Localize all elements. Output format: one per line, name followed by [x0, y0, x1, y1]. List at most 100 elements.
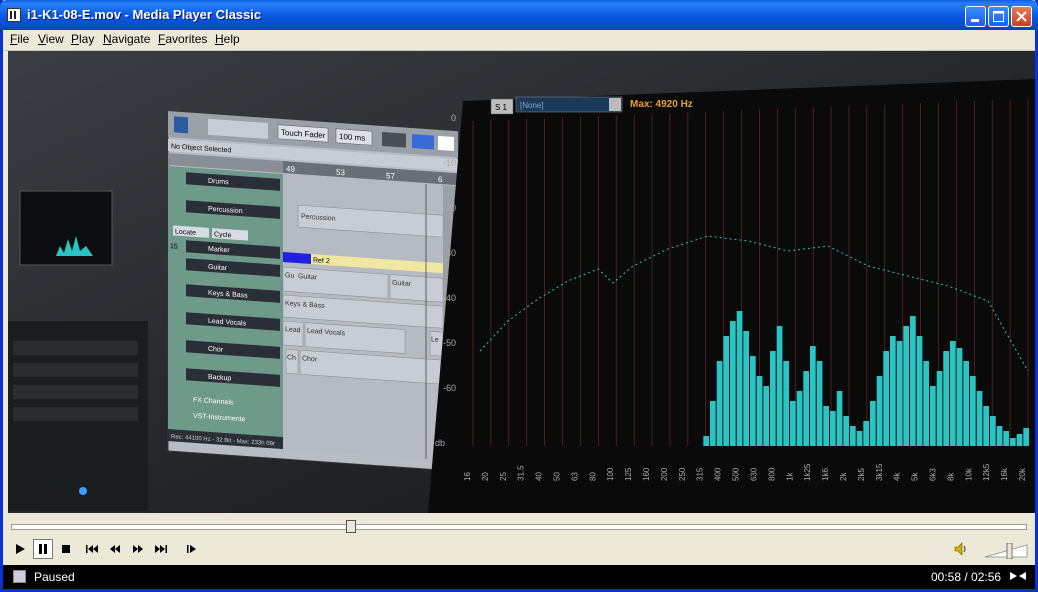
spectrum-bar [823, 406, 829, 446]
maximize-button[interactable] [988, 6, 1009, 27]
daw-arrangement: Percussion Ref 2 Gu Guitar Guitar Keys &… [282, 174, 444, 461]
frequency-tick-label: 500 [732, 467, 741, 481]
menu-play[interactable]: Play [71, 32, 94, 46]
region-chor-2: Chor [302, 355, 318, 363]
db-tick-label: -40 [443, 293, 456, 303]
video-frame: Touch Fader 100 ms No Object Selected 49… [8, 51, 1035, 513]
spectrum-bar [956, 348, 963, 446]
frequency-tick-label: 25 [499, 472, 508, 481]
frequency-tick-label: 315 [696, 467, 705, 481]
seek-thumb[interactable] [346, 520, 357, 533]
frequency-tick-label: 2k [839, 472, 848, 481]
analyzer-max-label: Max: 4920 Hz [630, 99, 693, 110]
spectrum-bar [730, 321, 736, 446]
frequency-tick-label: 80 [588, 472, 597, 481]
spectrum-bar [716, 361, 723, 446]
close-icon [1016, 11, 1027, 22]
frequency-tick-label: 50 [553, 472, 562, 481]
spectrum-bar [943, 351, 949, 446]
spectrum-bar [890, 336, 896, 446]
rewind-button[interactable] [105, 539, 125, 559]
db-tick-label: 0 [451, 113, 456, 123]
skip-back-button[interactable] [82, 539, 102, 559]
spectrum-analyzer: S 1 [None] Max: 4920 Hz 0 -10 -20 -30 -40 -50… [428, 79, 1035, 513]
region-lead-1: Lead [285, 326, 301, 334]
marker-track-number: 15 [170, 243, 178, 251]
track-guitar: Guitar [208, 264, 228, 272]
analyzer-slot: S 1 [495, 103, 508, 112]
daw-ruler-2: 53 [336, 168, 345, 178]
db-tick-label: -60 [443, 383, 456, 393]
play-button[interactable] [10, 539, 30, 559]
spectrum-bar [1016, 434, 1023, 446]
spectrum-bar [983, 406, 989, 446]
spectrum-bar [950, 341, 956, 446]
spectrum-bar [736, 311, 743, 446]
skip-forward-button[interactable] [151, 539, 171, 559]
window-title: i1-K1-08-E.mov - Media Player Classic [27, 7, 262, 22]
fast-forward-button[interactable] [128, 539, 148, 559]
spectrum-bar [996, 426, 1003, 446]
frame-step-icon [187, 545, 196, 553]
minimize-button[interactable] [965, 6, 986, 27]
menu-view[interactable]: View [38, 32, 64, 46]
menu-help[interactable]: Help [215, 32, 240, 46]
spectrum-bar [750, 356, 756, 446]
time-display[interactable]: 00:58 / 02:56 [931, 570, 1001, 584]
spectrum-bar [790, 401, 796, 446]
db-tick-label: -50 [443, 338, 456, 348]
frequency-tick-label: 2k5 [857, 468, 866, 481]
volume-thumb[interactable] [1006, 542, 1013, 560]
frequency-tick-label: 6k3 [928, 468, 937, 481]
frame-step-button[interactable] [182, 539, 202, 559]
frequency-tick-label: 40 [535, 472, 544, 481]
spectrum-bar [756, 376, 763, 446]
db-tick-label: -10 [443, 158, 456, 168]
stop-button[interactable] [56, 539, 76, 559]
document-icon [13, 570, 26, 583]
spectrum-bar [976, 391, 983, 446]
title-bar[interactable]: i1-K1-08-E.mov - Media Player Classic [0, 0, 1038, 30]
track-chor: Chor [208, 346, 224, 354]
frequency-tick-label: 8k [946, 472, 955, 481]
seek-bar[interactable] [11, 524, 1027, 530]
stop-icon [62, 545, 70, 553]
volume-button[interactable] [953, 541, 969, 560]
frequency-tick-label: 1k6 [821, 468, 830, 481]
frequency-tick-label: 4k [893, 472, 902, 481]
frequency-tick-label: 16k [1000, 467, 1009, 481]
volume-slider[interactable] [983, 542, 1029, 560]
spectrum-bar [1023, 428, 1029, 446]
frequency-tick-label: 31.5 [517, 465, 526, 481]
cycle-dropdown: Cycle [214, 231, 232, 239]
spectrum-bar [810, 346, 816, 446]
frequency-tick-label: 20k [1018, 467, 1027, 481]
spectrum-bar [970, 376, 976, 446]
pause-button[interactable] [33, 539, 53, 559]
daw-ruler-4: 6 [438, 175, 443, 184]
video-area[interactable]: Touch Fader 100 ms No Object Selected 49… [8, 51, 1035, 513]
spectrum-bar [990, 416, 996, 446]
spectrum-bar [783, 361, 789, 446]
spectrum-bar [836, 391, 843, 446]
menu-file[interactable]: File [10, 32, 29, 46]
spectrum-bar [1003, 431, 1009, 446]
fast-forward-icon [133, 545, 143, 553]
menu-navigate[interactable]: Navigate [103, 32, 150, 46]
daw-window: Touch Fader 100 ms No Object Selected 49… [167, 110, 459, 472]
menu-favorites[interactable]: Favorites [158, 32, 207, 46]
frequency-tick-label: 630 [749, 467, 758, 481]
region-guitar-2: Guitar [392, 280, 412, 288]
frequency-tick-label: 1k25 [803, 463, 812, 481]
close-button[interactable] [1011, 6, 1032, 27]
spectrum-bar [916, 336, 923, 446]
frequency-tick-label: 250 [678, 467, 687, 481]
daw-ruler-3: 57 [386, 171, 395, 181]
film-icon[interactable] [7, 8, 21, 22]
daw-track-list: Drums Percussion Locate Cycle 15 Marker … [168, 166, 283, 450]
frequency-tick-label: 16 [463, 472, 472, 481]
region-ref-2: Ref 2 [313, 257, 330, 265]
menu-bar: File View Play Navigate Favorites Help [3, 30, 1035, 51]
play-icon [16, 544, 25, 554]
frequency-tick-label: 12k5 [982, 463, 991, 481]
